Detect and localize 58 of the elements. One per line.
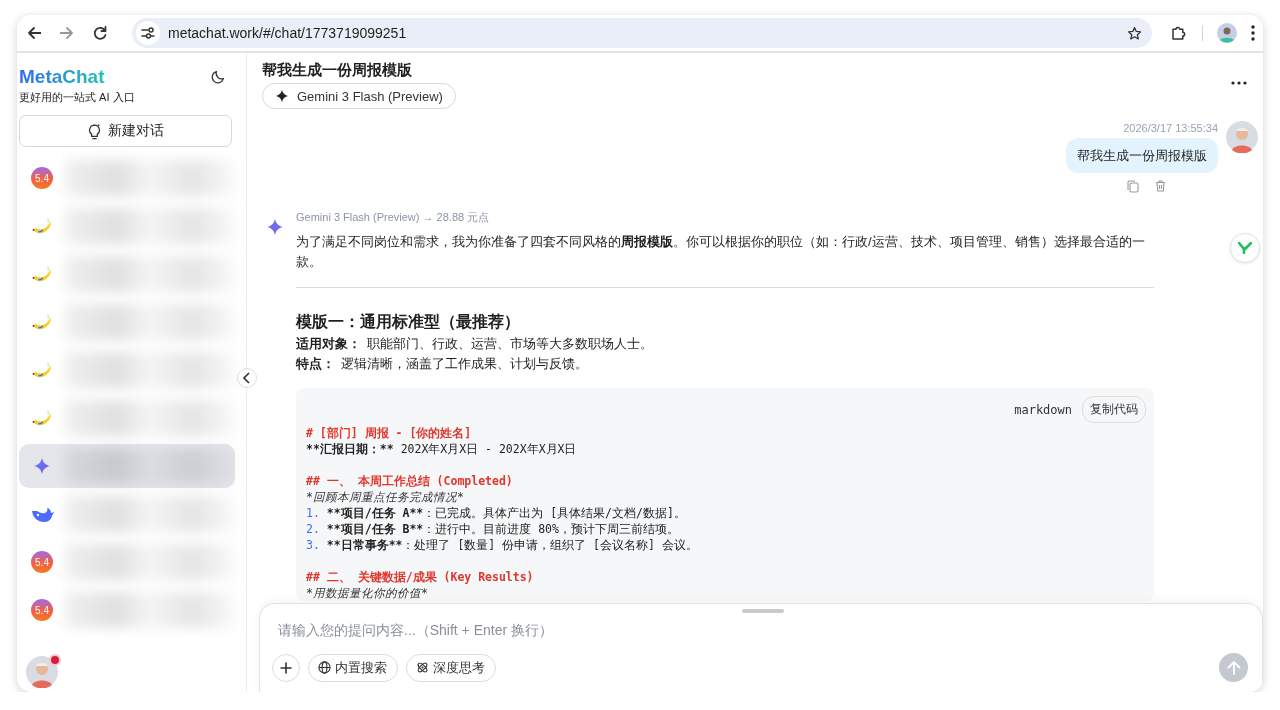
y-logo-icon: [1238, 242, 1252, 254]
code-line: # [部门] 周报 - [你的姓名]: [306, 425, 473, 441]
puzzle-icon[interactable]: [1170, 24, 1188, 42]
code-line: 2. **项目/任务 B**：进行中。目前进度 80%，预计下周三前结项。: [306, 521, 680, 537]
reload-icon[interactable]: [92, 26, 107, 40]
add-button[interactable]: [272, 653, 300, 682]
back-icon[interactable]: [26, 26, 41, 40]
code-line: ## 一、 本周工作总结 (Completed): [306, 473, 514, 489]
sparkle-icon: [275, 89, 289, 103]
model-selector[interactable]: Gemini 3 Flash (Preview): [262, 83, 456, 109]
atom-icon: [416, 661, 429, 674]
drag-handle[interactable]: [742, 609, 784, 613]
tool-button[interactable]: 深度思考: [406, 653, 496, 682]
collapse-button[interactable]: [237, 368, 257, 388]
arrow-up-icon: [1226, 660, 1241, 675]
code-line: 3. **日常事务**：处理了 [数量] 份申请，组织了 [会议名称] 会议。: [306, 537, 699, 553]
assistant-button[interactable]: [1230, 233, 1260, 263]
code-line: *用数据量化你的价值*: [306, 585, 429, 601]
code-line: *回顾本周重点任务完成情况*: [306, 489, 465, 505]
sparkle-icon: [33, 457, 51, 475]
app-tagline: 更好用的一站式 AI 入口: [19, 90, 136, 105]
fact-line: 特点： 逻辑清晰，涵盖了工作成果、计划与反馈。: [296, 356, 589, 373]
section-heading: 模版一：通用标准型（最推荐）: [296, 312, 521, 332]
site-settings-icon[interactable]: [141, 27, 155, 39]
chat-title: 帮我生成一份周报模版: [262, 60, 413, 80]
code-line: **汇报日期：** 202X年X月X日 - 202X年X月X日: [306, 441, 578, 457]
code-line: ## 二、 关键数据/成果 (Key Results): [306, 569, 535, 585]
globe-icon: [318, 661, 331, 674]
copy-icon[interactable]: [1126, 180, 1139, 193]
more-icon[interactable]: [1231, 81, 1247, 85]
model-badge: 5.4: [31, 551, 53, 573]
notification-dot: [49, 654, 61, 666]
kebab-menu-icon[interactable]: [1251, 25, 1255, 41]
reply-paragraph: 为了满足不同岗位和需求，我为你准备了四套不同风格的周报模版。你可以根据你的职位（如：行政/运营、技术、项目管理、销售）选择最合适的一款。: [296, 233, 1146, 271]
trash-icon[interactable]: [1154, 180, 1166, 192]
message-time: 2026/3/17 13:55:34: [1123, 121, 1218, 135]
plus-icon: [280, 661, 292, 674]
user-message: 帮我生成一份周报模版: [1066, 138, 1218, 173]
profile-avatar[interactable]: [1217, 23, 1237, 43]
user-avatar: [1226, 121, 1258, 153]
code-language: markdown: [1014, 402, 1072, 417]
code-line: 1. **项目/任务 A**：已完成。具体产出为 [具体结果/文档/数据]。: [306, 505, 687, 521]
moon-icon[interactable]: [210, 69, 226, 85]
model-badge: 5.4: [31, 167, 53, 189]
send-button[interactable]: [1219, 653, 1248, 682]
copy-code-button[interactable]: 复制代码: [1082, 396, 1146, 423]
fact-line: 适用对象： 职能部门、行政、运营、市场等大多数职场人士。: [296, 336, 654, 353]
tool-button[interactable]: 内置搜索: [308, 653, 398, 682]
forward-icon[interactable]: [59, 26, 74, 40]
prompt-input[interactable]: 请输入您的提问内容...（Shift + Enter 换行）: [278, 618, 1178, 642]
model-badge: 5.4: [31, 599, 53, 621]
lightbulb-icon: [87, 122, 102, 140]
reply-meta: Gemini 3 Flash (Preview) → 28.88 元点: [296, 210, 491, 225]
star-icon[interactable]: [1127, 25, 1142, 41]
new-chat-button[interactable]: 新建对话: [19, 115, 232, 147]
chevron-left-icon: [243, 372, 251, 384]
user-avatar[interactable]: [26, 656, 58, 688]
sparkle-icon: [266, 218, 284, 236]
